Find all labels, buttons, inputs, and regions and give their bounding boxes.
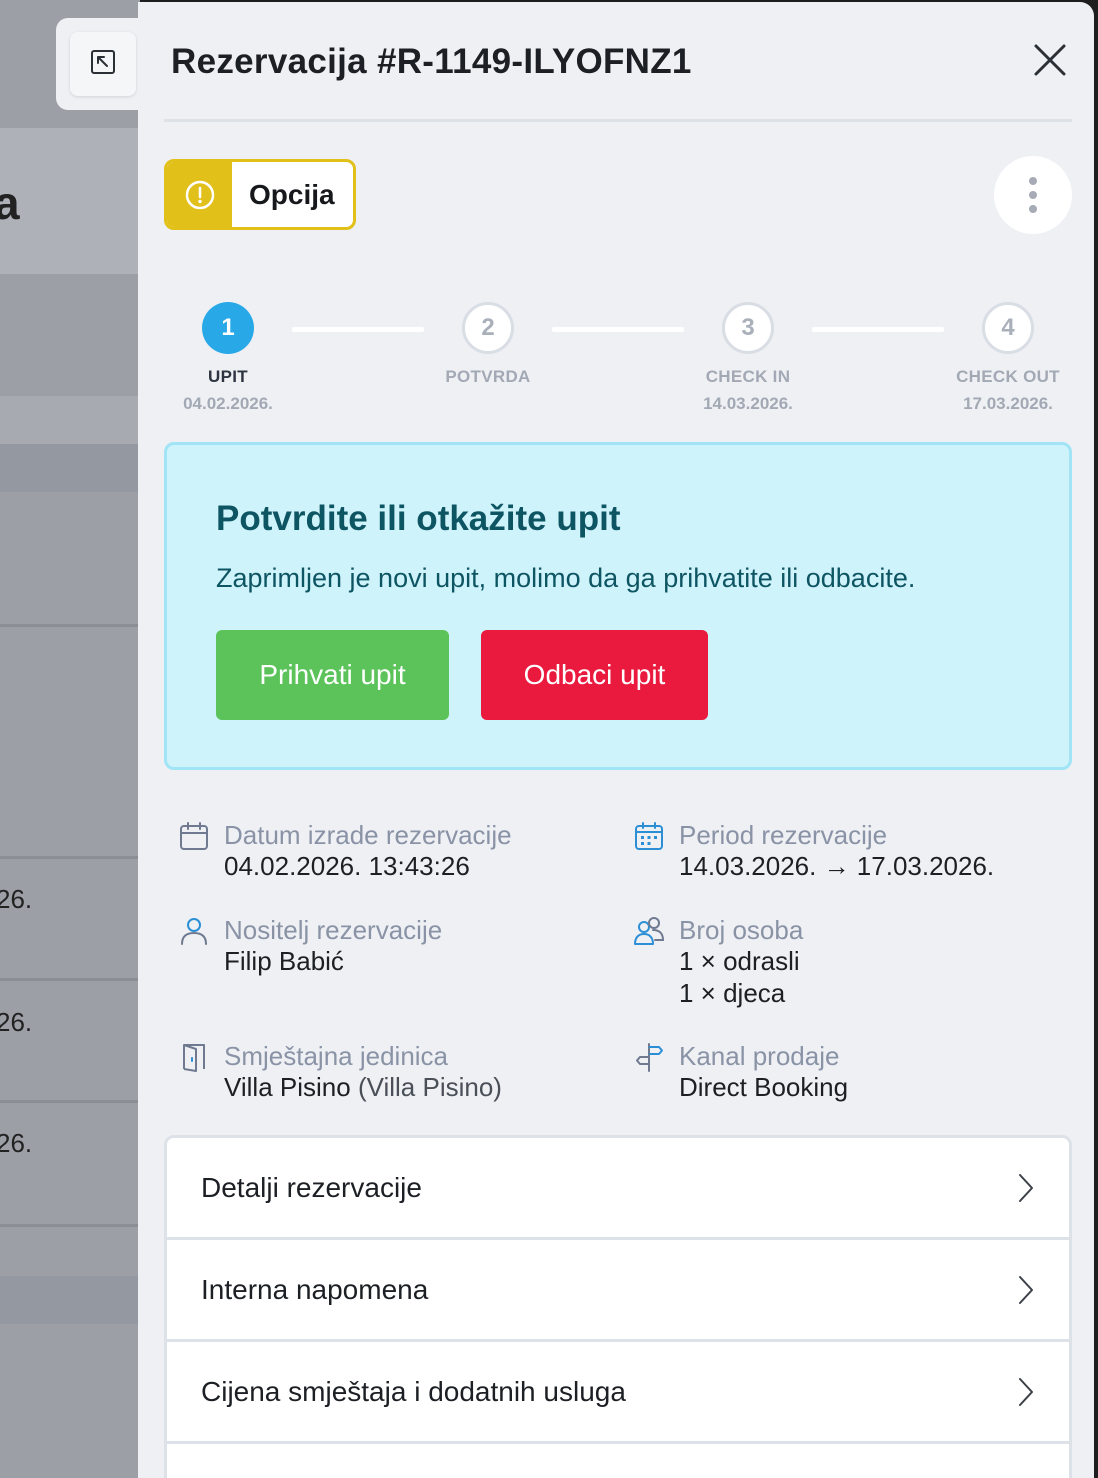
section-label: Detalji rezervacije (201, 1171, 422, 1203)
more-options-button[interactable] (994, 156, 1072, 234)
step-number: 2 (462, 302, 514, 354)
expand-button[interactable] (70, 32, 136, 96)
status-badge[interactable]: Opcija (164, 159, 356, 230)
section-next[interactable] (167, 1444, 1069, 1478)
unit-name: Villa Pisino (224, 1072, 351, 1102)
door-icon (178, 1041, 210, 1073)
alert-circle-icon (167, 162, 232, 227)
backdrop-divider (0, 1224, 140, 1227)
step-check-out: 4 CHECK OUT 17.03.2026. (928, 302, 1088, 414)
step-label: CHECK IN (705, 367, 791, 386)
backdrop-header (0, 128, 140, 274)
step-number: 1 (202, 302, 254, 354)
accept-inquiry-button[interactable]: Prihvati upit (216, 630, 449, 720)
step-date: 17.03.2026. (963, 394, 1053, 413)
signpost-icon (633, 1041, 665, 1073)
reject-inquiry-button[interactable]: Odbaci upit (481, 630, 708, 720)
backdrop-date: 26. (0, 1007, 33, 1037)
step-connector (552, 327, 684, 332)
section-internal-note[interactable]: Interna napomena (167, 1240, 1069, 1342)
info-label: Nositelj rezervacije (224, 915, 443, 945)
section-label: Cijena smještaja i dodatnih usluga (201, 1375, 626, 1407)
page-title: Rezervacija #R-1149-ILYOFNZ1 (171, 42, 692, 81)
backdrop-divider (0, 1100, 140, 1103)
step-label: UPIT (208, 367, 248, 386)
info-label: Kanal prodaje (679, 1041, 840, 1071)
step-connector (292, 327, 424, 332)
info-label: Broj osoba (679, 915, 804, 945)
chevron-right-icon (1017, 1274, 1035, 1313)
info-label: Datum izrade rezervacije (224, 820, 512, 850)
section-price-services[interactable]: Cijena smještaja i dodatnih usluga (167, 1342, 1069, 1444)
expand-arrow-icon (89, 48, 117, 81)
more-vertical-icon (1029, 191, 1037, 199)
unit-name-secondary: (Villa Pisino) (357, 1072, 502, 1102)
info-value: Villa Pisino (Villa Pisino) (224, 1071, 502, 1103)
info-value: Filip Babić (224, 946, 344, 976)
close-button[interactable] (1028, 40, 1072, 84)
reservation-drawer: Rezervacija #R-1149-ILYOFNZ1 Opcija 1 UP… (138, 2, 1094, 1478)
reservation-sections-list: Detalji rezervacije Interna napomena Cij… (164, 1135, 1072, 1478)
more-vertical-icon (1029, 205, 1037, 213)
backdrop-band (0, 396, 140, 444)
step-potvrda: 2 POTVRDA (408, 302, 568, 394)
step-number: 4 (982, 302, 1034, 354)
user-icon (178, 915, 210, 947)
backdrop-date: 26. (0, 1128, 33, 1158)
drawer-header: Rezervacija #R-1149-ILYOFNZ1 (164, 2, 1072, 122)
section-reservation-details[interactable]: Detalji rezervacije (167, 1138, 1069, 1240)
more-vertical-icon (1029, 177, 1037, 185)
info-value-children: 1 × djeca (679, 978, 786, 1008)
status-label: Opcija (249, 178, 335, 210)
action-card-description: Zaprimljen je novi upit, molimo da ga pr… (216, 563, 916, 593)
step-number: 3 (722, 302, 774, 354)
section-label: Interna napomena (201, 1273, 429, 1305)
calendar-grid-icon (633, 820, 665, 852)
chevron-right-icon (1017, 1376, 1035, 1415)
info-value: Direct Booking (679, 1072, 849, 1102)
step-date: 14.03.2026. (703, 394, 793, 413)
users-icon (633, 915, 665, 947)
step-date: 04.02.2026. (183, 394, 273, 413)
calendar-icon (178, 820, 210, 852)
step-label: POTVRDA (445, 367, 531, 386)
step-label: CHECK OUT (956, 367, 1060, 386)
backdrop-divider (0, 624, 140, 627)
action-card-title: Potvrdite ili otkažite upit (216, 499, 621, 538)
info-value-adults: 1 × odrasli (679, 946, 800, 976)
backdrop-page[interactable]: a 26. 26. 26. (0, 0, 140, 1478)
step-connector (812, 327, 944, 332)
chevron-right-icon (1017, 1172, 1035, 1211)
info-value: 14.03.2026. → 17.03.2026. (679, 851, 995, 881)
backdrop-band (0, 444, 140, 492)
step-check-in: 3 CHECK IN 14.03.2026. (668, 302, 828, 414)
info-label: Period rezervacije (679, 820, 888, 850)
backdrop-date: 26. (0, 884, 33, 914)
backdrop-divider (0, 856, 140, 859)
close-icon (1033, 43, 1067, 82)
info-value: 04.02.2026. 13:43:26 (224, 851, 470, 881)
step-upit: 1 UPIT 04.02.2026. (148, 302, 308, 414)
backdrop-band (0, 1276, 140, 1324)
backdrop-title: a (0, 177, 20, 229)
info-label: Smještajna jedinica (224, 1041, 449, 1071)
backdrop-divider (0, 978, 140, 981)
inquiry-action-card: Potvrdite ili otkažite upit Zaprimljen j… (164, 442, 1072, 770)
